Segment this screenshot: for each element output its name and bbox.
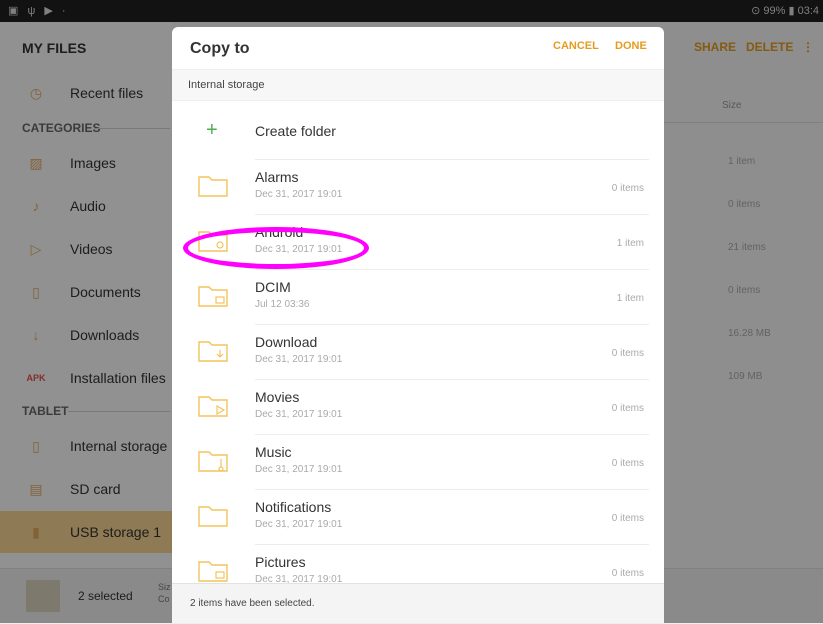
folder-count: 0 items	[611, 183, 644, 194]
folder-row-notifications[interactable]: Notifications Dec 31, 2017 19:01 0 items	[172, 489, 664, 544]
folder-count: 0 items	[611, 348, 644, 359]
folder-name: Download	[255, 334, 318, 350]
folder-count: 0 items	[611, 568, 644, 579]
folder-image-icon	[198, 561, 228, 582]
folder-count: 0 items	[611, 403, 644, 414]
done-button[interactable]: DONE	[615, 40, 647, 52]
folder-download-icon	[198, 341, 228, 362]
folder-icon	[198, 506, 228, 527]
breadcrumb: Internal storage	[172, 69, 664, 101]
folder-date: Dec 31, 2017 19:01	[255, 409, 343, 420]
folder-date: Dec 31, 2017 19:01	[255, 519, 343, 530]
folder-row-music[interactable]: Music Dec 31, 2017 19:01 0 items	[172, 434, 664, 489]
folder-row-download[interactable]: Download Dec 31, 2017 19:01 0 items	[172, 324, 664, 379]
dialog-footer: 2 items have been selected.	[172, 583, 664, 623]
plus-icon: +	[206, 119, 218, 141]
cancel-button[interactable]: CANCEL	[553, 40, 599, 52]
folder-name: Music	[255, 444, 292, 460]
folder-name: Alarms	[255, 169, 299, 185]
selection-status: 2 items have been selected.	[190, 598, 315, 609]
breadcrumb-internal-storage[interactable]: Internal storage	[188, 79, 264, 91]
folder-name: DCIM	[255, 279, 291, 295]
folder-row-movies[interactable]: Movies Dec 31, 2017 19:01 0 items	[172, 379, 664, 434]
folder-video-icon	[198, 396, 228, 417]
folder-row-alarms[interactable]: Alarms Dec 31, 2017 19:01 0 items	[172, 159, 664, 214]
folder-date: Dec 31, 2017 19:01	[255, 354, 343, 365]
folder-name: Movies	[255, 389, 300, 405]
dialog-title: Copy to	[190, 40, 250, 57]
folder-camera-icon	[198, 286, 228, 307]
folder-date: Dec 31, 2017 19:01	[255, 464, 343, 475]
create-folder-button[interactable]: + Create folder	[172, 111, 664, 153]
folder-date: Jul 12 03:36	[255, 299, 310, 310]
highlight-ellipse	[183, 227, 369, 269]
folder-count: 0 items	[611, 458, 644, 469]
folder-name: Notifications	[255, 499, 332, 515]
create-folder-label: Create folder	[255, 123, 336, 139]
copy-to-dialog: Copy to CANCEL DONE Internal storage + C…	[172, 27, 664, 623]
folder-count: 1 item	[616, 293, 644, 304]
folder-icon	[198, 176, 228, 197]
folder-count: 1 item	[616, 238, 644, 249]
folder-date: Dec 31, 2017 19:01	[255, 189, 343, 200]
folder-name: Pictures	[255, 554, 306, 570]
folder-count: 0 items	[611, 513, 644, 524]
folder-row-dcim[interactable]: DCIM Jul 12 03:36 1 item	[172, 269, 664, 324]
folder-music-icon	[198, 451, 228, 472]
